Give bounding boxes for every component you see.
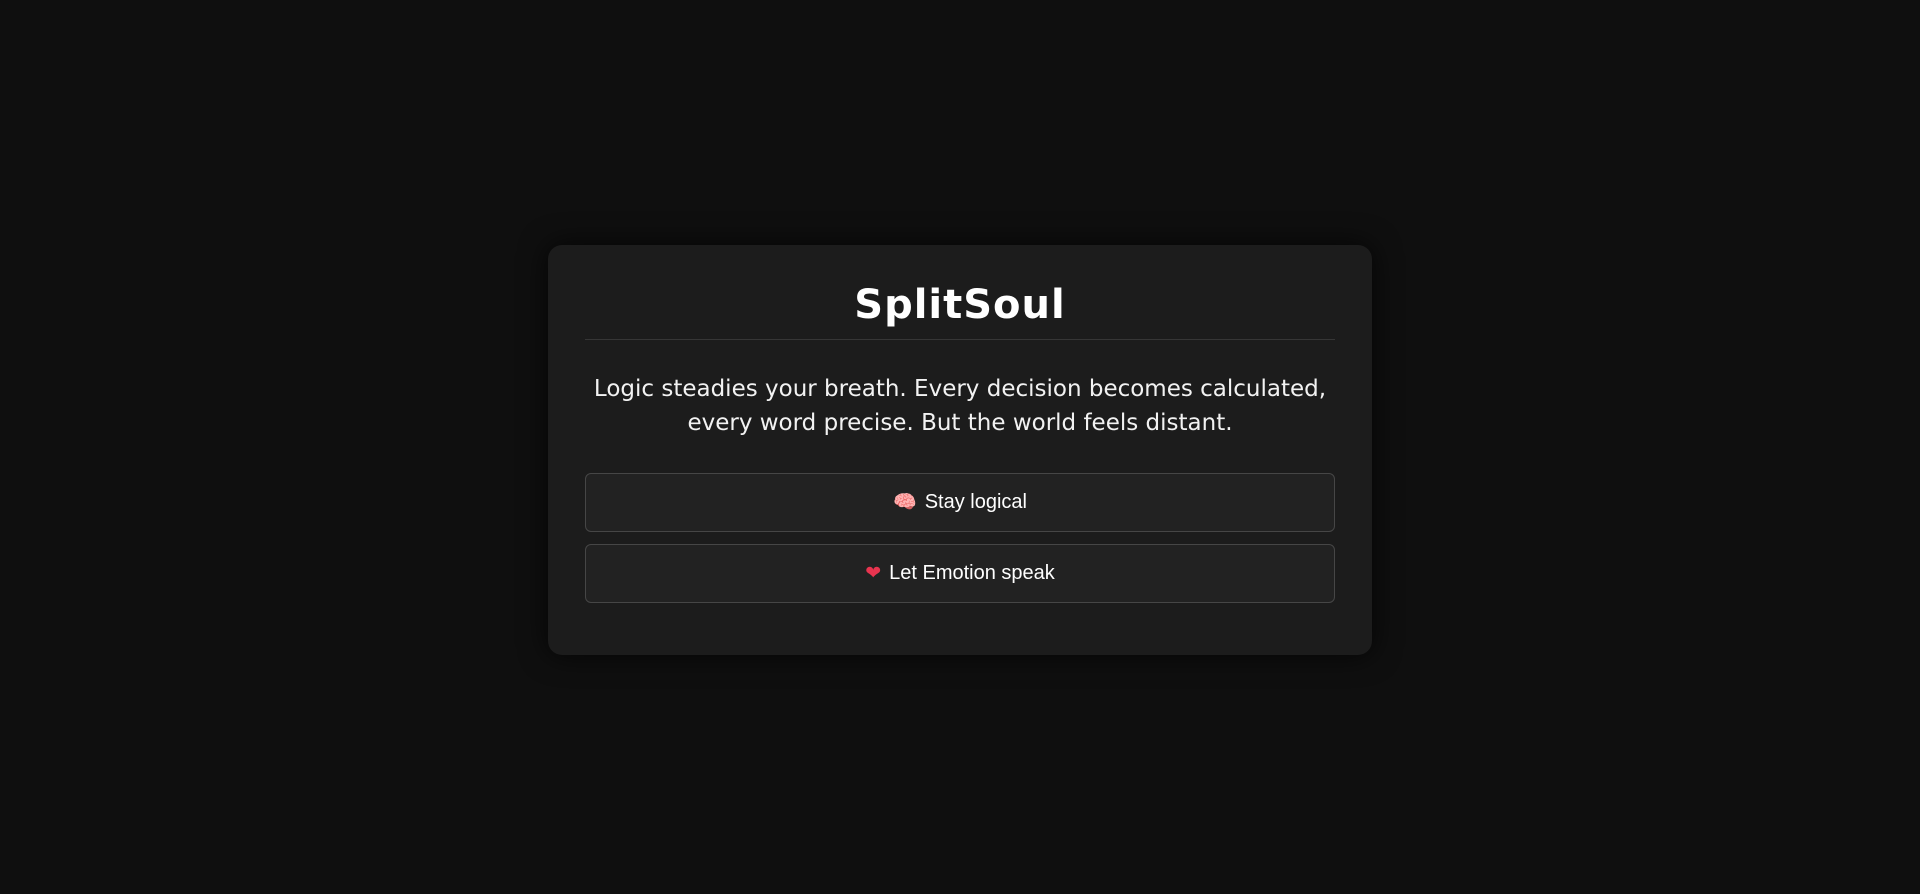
stay-logical-label: Stay logical <box>924 491 1027 513</box>
brain-icon: 🧠 <box>893 492 917 513</box>
scene-text: Logic steadies your breath. Every decisi… <box>593 376 1327 436</box>
app-title: SplitSoul <box>854 282 1066 328</box>
stay-logical-button[interactable]: 🧠 Stay logical <box>585 473 1335 532</box>
let-emotion-speak-button[interactable]: ❤ Let Emotion speak <box>585 544 1335 603</box>
title-divider <box>585 339 1335 340</box>
story-card: SplitSoul Logic steadies your breath. Ev… <box>548 245 1372 655</box>
let-emotion-speak-label: Let Emotion speak <box>889 562 1055 584</box>
heart-icon: ❤ <box>865 563 882 584</box>
choice-list: 🧠 Stay logical ❤ Let Emotion speak <box>585 473 1335 603</box>
